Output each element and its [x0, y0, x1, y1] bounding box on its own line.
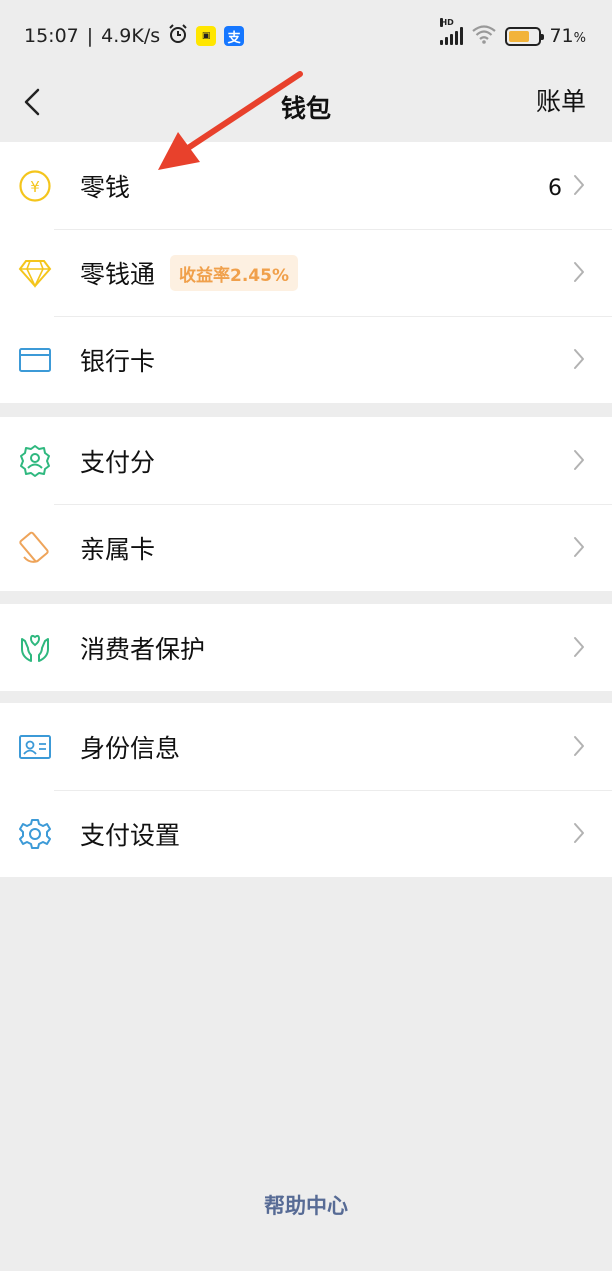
- wifi-icon: [471, 24, 497, 49]
- svg-text:¥: ¥: [30, 178, 40, 196]
- chevron-left-icon: [24, 88, 40, 116]
- chevron-right-icon: [574, 175, 584, 195]
- row-family-card[interactable]: 亲属卡: [0, 504, 612, 591]
- diamond-icon: [16, 254, 54, 292]
- alarm-icon: [168, 23, 188, 49]
- row-change-pass[interactable]: 零钱通 收益率2.45%: [0, 229, 612, 316]
- bill-button[interactable]: 账单: [536, 82, 586, 118]
- chevron-right-icon: [574, 450, 584, 470]
- hd-label: HD: [440, 18, 454, 27]
- chevron-right-icon: [574, 736, 584, 756]
- battery-text: 71%: [549, 25, 586, 47]
- row-pay-score[interactable]: 支付分: [0, 417, 612, 504]
- row-label-consumer-protection: 消费者保护: [80, 634, 206, 664]
- status-left: 15:07 | 4.9K/s ▣ 支: [24, 23, 245, 49]
- status-speed: 4.9K/s: [101, 25, 161, 47]
- family-card-icon: [16, 529, 54, 567]
- row-label-change: 零钱: [80, 172, 131, 202]
- bank-card-icon: [16, 341, 54, 379]
- chevron-right-icon: [574, 537, 584, 557]
- id-card-icon: [16, 728, 54, 766]
- wallet-group-settings: 身份信息 支付设置: [0, 703, 612, 877]
- wallet-group-protection: 消费者保护: [0, 604, 612, 691]
- chevron-right-icon: [574, 637, 584, 657]
- battery-unit: %: [573, 31, 586, 46]
- balance-value: 6: [492, 166, 562, 210]
- row-bank-card[interactable]: 银行卡: [0, 316, 612, 403]
- help-center-link[interactable]: 帮助中心: [0, 1190, 612, 1220]
- row-consumer-protection[interactable]: 消费者保护: [0, 604, 612, 691]
- chevron-right-icon: [574, 262, 584, 282]
- yield-rate-badge: 收益率2.45%: [170, 255, 298, 291]
- battery-icon: [505, 26, 545, 46]
- battery-percent: 71: [549, 25, 574, 47]
- row-label-identity-info: 身份信息: [80, 733, 181, 763]
- row-identity-info[interactable]: 身份信息: [0, 703, 612, 790]
- status-time: 15:07: [24, 25, 79, 47]
- wallet-group-credit: 支付分 亲属卡: [0, 417, 612, 591]
- row-change[interactable]: ¥ 零钱 6: [0, 142, 612, 229]
- nav-bar: 钱包 账单: [0, 72, 612, 142]
- row-label-change-pass: 零钱通: [80, 259, 156, 289]
- back-button[interactable]: [12, 80, 52, 124]
- row-label-family-card: 亲属卡: [80, 534, 156, 564]
- app-badge-yellow-icon: ▣: [196, 26, 217, 46]
- signal-icon: HD: [440, 18, 464, 45]
- status-separator: |: [86, 25, 94, 47]
- row-payment-settings[interactable]: 支付设置: [0, 790, 612, 877]
- settings-gear-icon: [16, 815, 54, 853]
- battery-fill: [509, 30, 530, 42]
- wallet-group-balance: ¥ 零钱 6 零钱通 收益率2.45% 银行卡: [0, 142, 612, 403]
- page-title: 钱包: [280, 94, 331, 123]
- chevron-right-icon: [574, 349, 584, 369]
- row-label-bank-card: 银行卡: [80, 346, 156, 376]
- status-right: HD 71%: [440, 18, 586, 49]
- pay-score-icon: [16, 442, 54, 480]
- status-bar: 15:07 | 4.9K/s ▣ 支 HD 71%: [0, 0, 612, 72]
- consumer-protection-icon: [16, 629, 54, 667]
- row-label-payment-settings: 支付设置: [80, 820, 181, 850]
- alipay-icon: 支: [224, 26, 245, 46]
- yuan-coin-icon: ¥: [16, 167, 54, 205]
- row-label-pay-score: 支付分: [80, 447, 156, 477]
- chevron-right-icon: [574, 823, 584, 843]
